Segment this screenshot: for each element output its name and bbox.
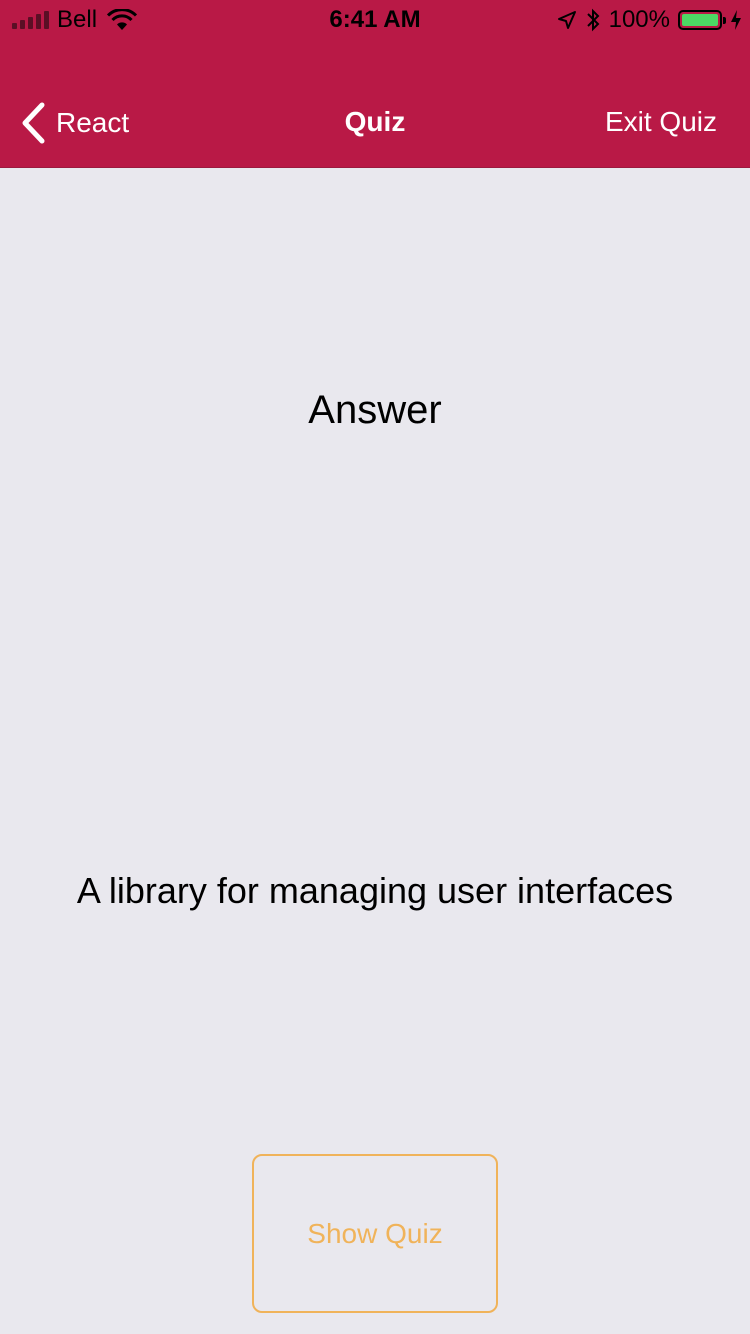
show-quiz-button[interactable]: Show Quiz — [252, 1154, 498, 1313]
status-right: 100% — [557, 6, 742, 34]
battery-icon — [678, 10, 726, 30]
answer-heading: Answer — [308, 388, 442, 432]
charging-bolt-icon — [731, 10, 741, 30]
bluetooth-icon — [586, 8, 600, 32]
exit-quiz-button[interactable]: Exit Quiz — [605, 106, 717, 138]
battery-percent: 100% — [608, 6, 670, 33]
answer-text: A library for managing user interfaces — [76, 870, 674, 911]
header: Bell 6:41 AM 100% React Quiz Exit Quiz — [0, 0, 750, 168]
status-bar: Bell 6:41 AM 100% — [0, 0, 750, 40]
show-quiz-label: Show Quiz — [307, 1217, 443, 1249]
location-arrow-icon — [557, 11, 576, 29]
